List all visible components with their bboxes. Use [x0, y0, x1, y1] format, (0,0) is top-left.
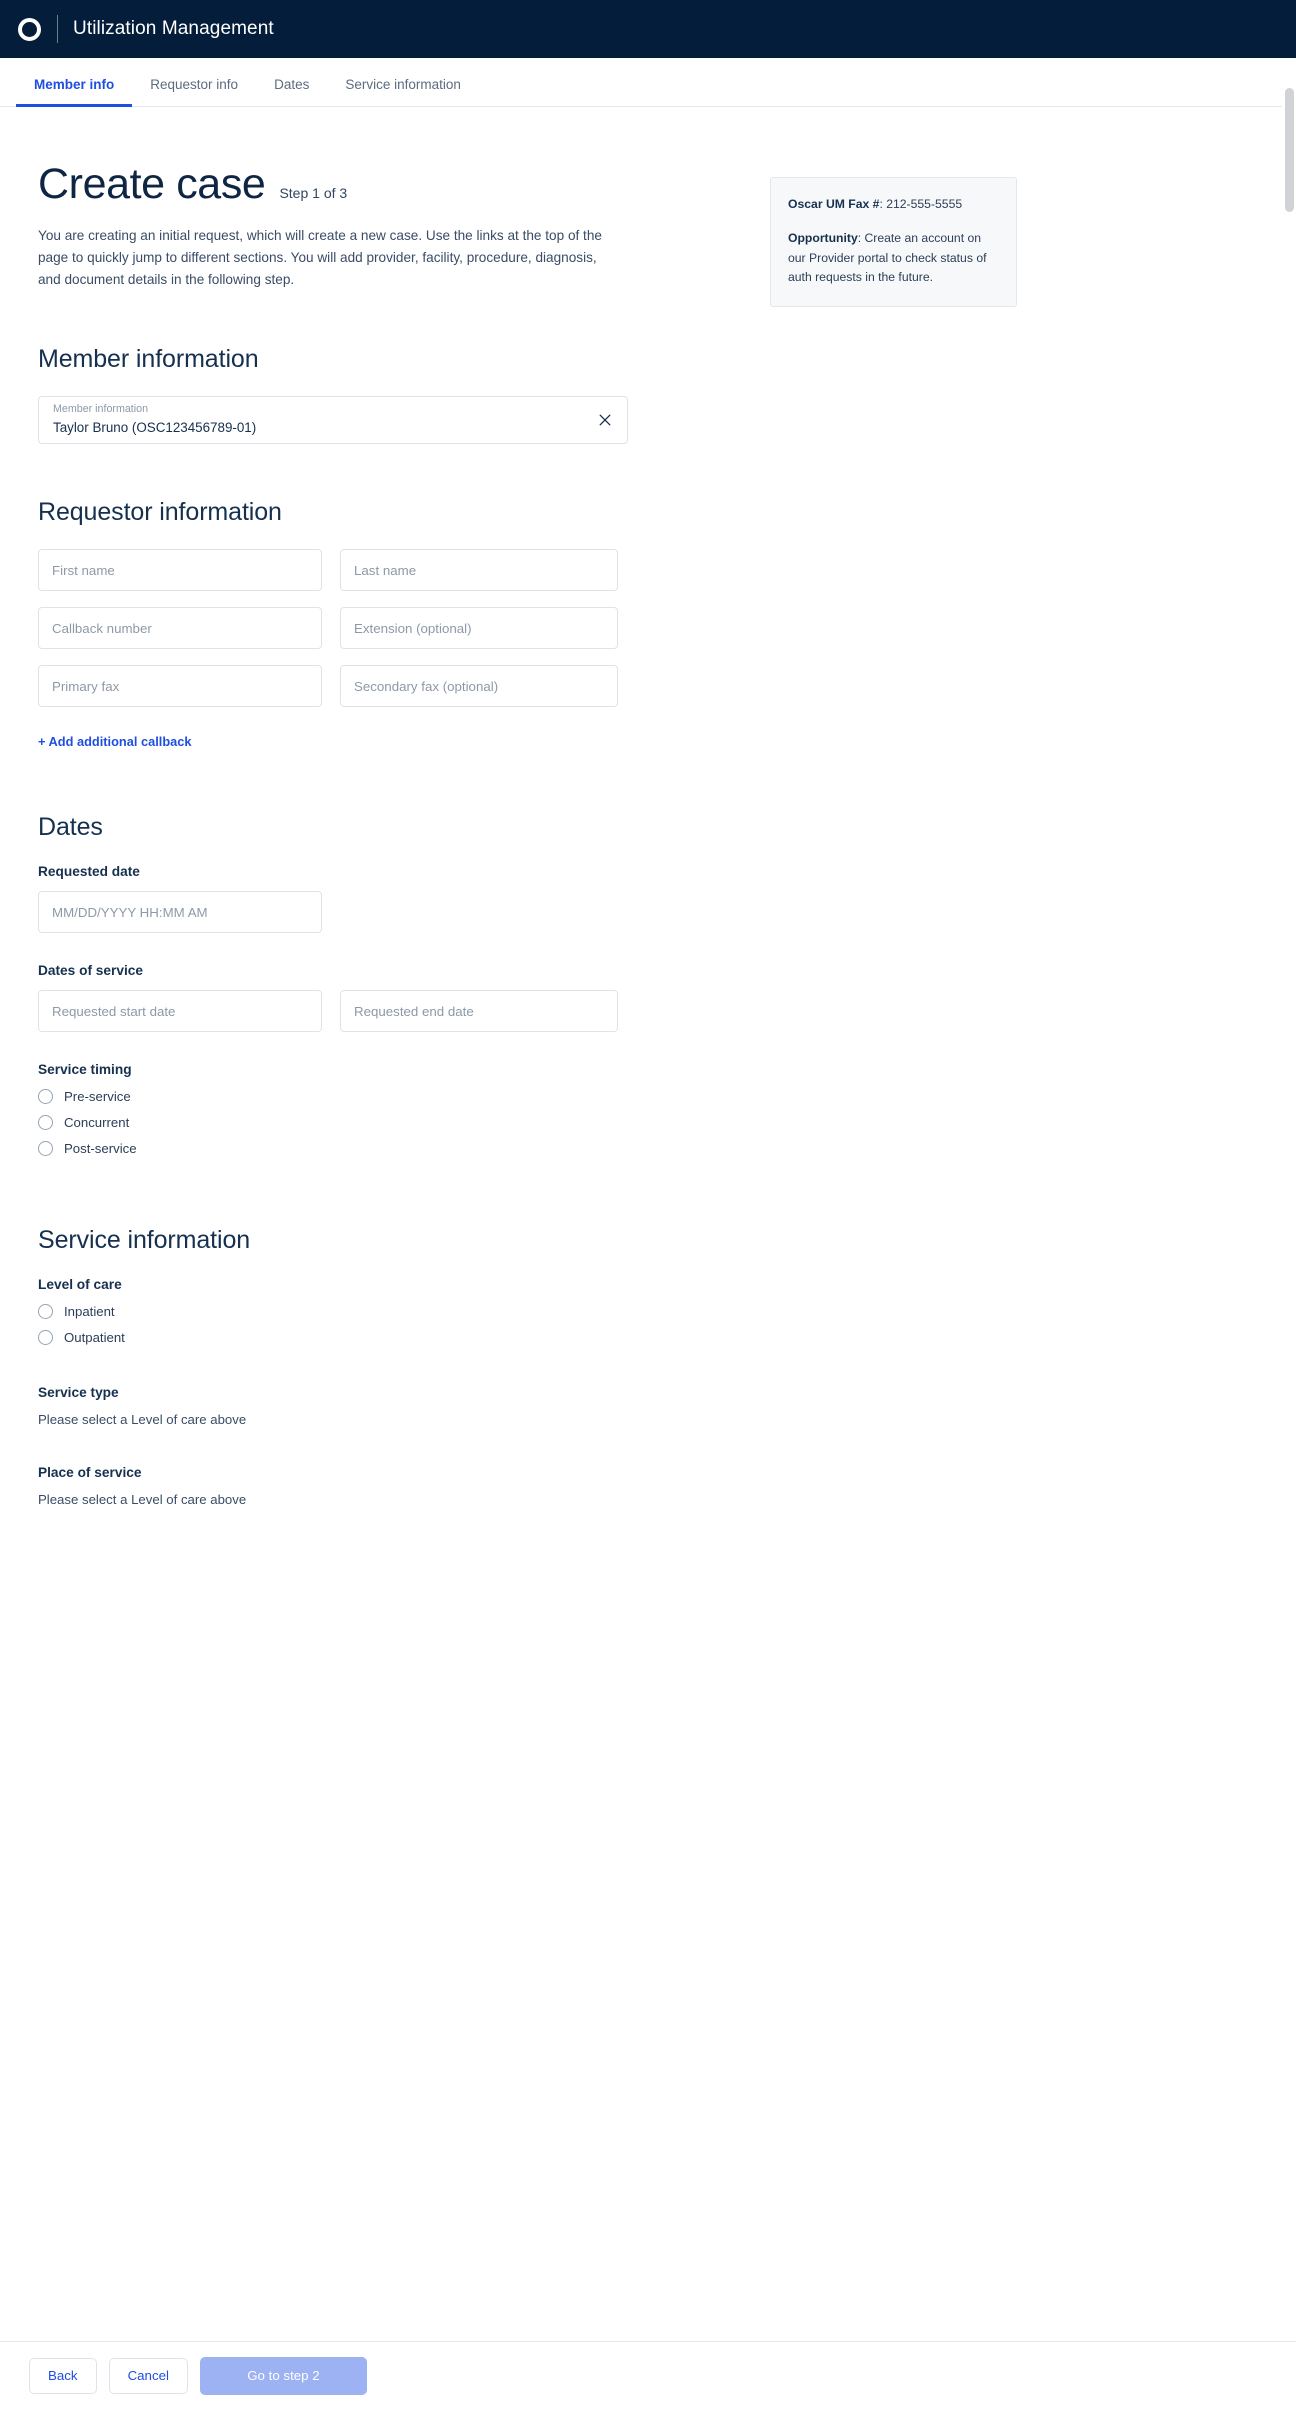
page-scrollbar[interactable] [1282, 58, 1296, 2409]
extension-input[interactable]: Extension (optional) [340, 607, 618, 650]
dates-of-service-row: Requested start date Requested end date [38, 990, 678, 1033]
tab-requestor-info[interactable]: Requestor info [132, 77, 256, 107]
place-of-service-label: Place of service [38, 1465, 142, 1481]
first-name-input[interactable]: First name [38, 549, 322, 592]
page-intro-text: You are creating an initial request, whi… [38, 228, 602, 288]
secondary-fax-input[interactable]: Secondary fax (optional) [340, 665, 618, 708]
radio-concurrent[interactable]: Concurrent [38, 1115, 678, 1131]
requested-start-date-input[interactable]: Requested start date [38, 990, 322, 1033]
requested-date-input[interactable]: MM/DD/YYYY HH:MM AM [38, 891, 322, 934]
dates-section: Dates Requested date MM/DD/YYYY HH:MM AM… [38, 813, 678, 1157]
radio-circle-icon[interactable] [38, 1141, 53, 1157]
service-type-label: Service type [38, 1385, 119, 1401]
opportunity-label: Opportunity [788, 230, 858, 245]
primary-fax-input[interactable]: Primary fax [38, 665, 322, 708]
radio-label-post-service: Post-service [64, 1141, 137, 1157]
member-information-heading: Member information [38, 345, 259, 374]
service-timing-group: Service timing Pre-service Concurrent Po… [38, 1062, 678, 1157]
requestor-name-row: First name Last name [38, 549, 678, 592]
tab-dates[interactable]: Dates [256, 77, 327, 107]
app-title: Utilization Management [73, 18, 274, 39]
member-information-section: Member information Member information Ta… [38, 345, 678, 445]
radio-inpatient[interactable]: Inpatient [38, 1304, 678, 1320]
go-to-step-2-button[interactable]: Go to step 2 [199, 2356, 367, 2395]
cancel-button[interactable]: Cancel [108, 2357, 188, 2394]
service-information-section: Service information Level of care Inpati… [38, 1226, 678, 1507]
service-type-hint: Please select a Level of care above [38, 1412, 247, 1428]
radio-circle-icon[interactable] [38, 1115, 53, 1131]
last-name-input[interactable]: Last name [340, 549, 618, 592]
service-timing-label: Service timing [38, 1062, 132, 1078]
requested-end-date-input[interactable]: Requested end date [340, 990, 618, 1033]
place-of-service-group: Place of service Please select a Level o… [38, 1465, 678, 1507]
fax-info-line: Oscar UM Fax #: 212-555-5555 [788, 195, 1001, 215]
close-icon[interactable] [597, 412, 613, 428]
back-button[interactable]: Back [29, 2357, 97, 2394]
member-information-selected-value: Taylor Bruno (OSC123456789-01) [53, 420, 257, 436]
app-header: Utilization Management [0, 0, 1296, 58]
fax-value: : 212-555-5555 [879, 197, 963, 211]
dates-heading: Dates [38, 813, 103, 842]
member-information-field-label: Member information [53, 403, 149, 416]
requestor-information-heading: Requestor information [38, 498, 282, 527]
dates-of-service-group: Dates of service Requested start date Re… [38, 963, 678, 1033]
page-body: Create case Step 1 of 3 You are creating… [0, 107, 1296, 1507]
callback-number-input[interactable]: Callback number [38, 607, 322, 650]
side-column: Oscar UM Fax #: 212-555-5555 Opportunity… [770, 177, 1017, 1507]
level-of-care-label: Level of care [38, 1277, 122, 1293]
place-of-service-hint: Please select a Level of care above [38, 1492, 247, 1508]
radio-outpatient[interactable]: Outpatient [38, 1330, 678, 1346]
radio-post-service[interactable]: Post-service [38, 1141, 678, 1157]
requestor-information-section: Requestor information First name Last na… [38, 498, 678, 751]
requestor-phone-row: Callback number Extension (optional) [38, 607, 678, 650]
info-card: Oscar UM Fax #: 212-555-5555 Opportunity… [770, 177, 1017, 308]
radio-label-outpatient: Outpatient [64, 1330, 125, 1346]
requestor-fax-row: Primary fax Secondary fax (optional) [38, 665, 678, 708]
form-footer: Back Cancel Go to step 2 [0, 2341, 1296, 2409]
radio-label-inpatient: Inpatient [64, 1304, 115, 1320]
tab-member-info[interactable]: Member info [16, 77, 133, 107]
page-title: Create case [38, 160, 266, 208]
add-additional-callback-link[interactable]: + Add additional callback [38, 734, 191, 749]
radio-circle-icon[interactable] [38, 1304, 53, 1320]
step-indicator: Step 1 of 3 [279, 185, 348, 201]
service-type-group: Service type Please select a Level of ca… [38, 1385, 678, 1427]
requested-date-label: Requested date [38, 864, 140, 880]
scrollbar-thumb[interactable] [1285, 88, 1294, 212]
dates-of-service-label: Dates of service [38, 963, 143, 979]
fax-label: Oscar UM Fax # [788, 197, 880, 211]
service-information-heading: Service information [38, 1226, 251, 1255]
radio-label-pre-service: Pre-service [64, 1089, 131, 1105]
radio-circle-icon[interactable] [38, 1089, 53, 1105]
section-tabs: Member info Requestor info Dates Service… [0, 58, 1296, 107]
radio-pre-service[interactable]: Pre-service [38, 1089, 678, 1105]
tab-service-information[interactable]: Service information [327, 77, 479, 107]
page-title-row: Create case Step 1 of 3 [38, 163, 678, 206]
main-column: Create case Step 1 of 3 You are creating… [38, 163, 678, 1507]
oscar-ring-logo-icon[interactable] [18, 17, 41, 41]
radio-label-concurrent: Concurrent [64, 1115, 130, 1131]
radio-circle-icon[interactable] [38, 1330, 53, 1346]
opportunity-line: Opportunity: Create an account on our Pr… [788, 229, 1001, 288]
header-divider [57, 15, 58, 43]
member-information-combobox[interactable]: Member information Taylor Bruno (OSC1234… [38, 396, 628, 445]
